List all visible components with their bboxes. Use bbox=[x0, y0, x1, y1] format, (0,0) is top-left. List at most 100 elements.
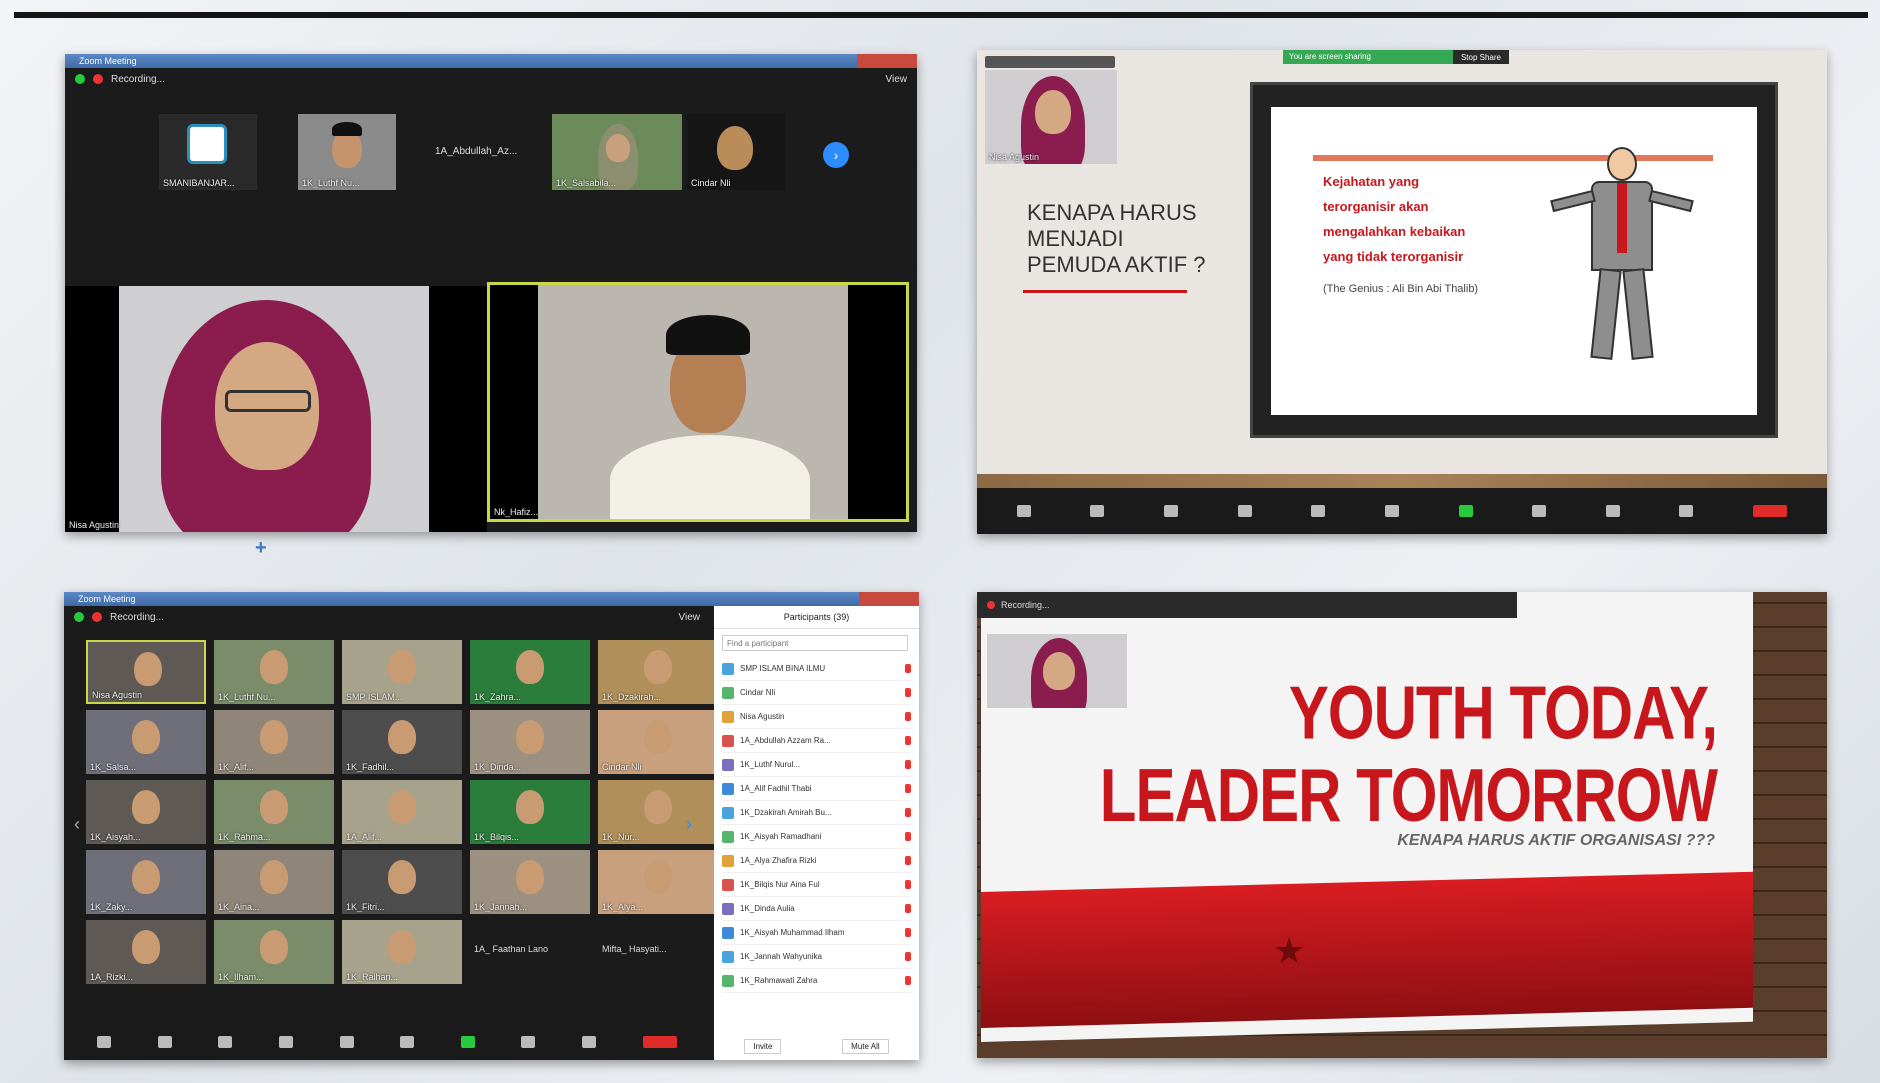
mute-icon[interactable] bbox=[97, 1036, 112, 1048]
gallery-tile[interactable]: 1K_Dzakirah... bbox=[598, 640, 718, 704]
participant-row[interactable]: 1K_Jannah Wahyunika bbox=[722, 945, 911, 969]
participant-row[interactable]: 1K_Aisyah Ramadhani bbox=[722, 825, 911, 849]
end-meeting-button[interactable] bbox=[642, 1036, 677, 1048]
polls-icon[interactable] bbox=[1311, 505, 1326, 517]
self-video-thumbnail[interactable]: Nisa Agustin bbox=[985, 70, 1117, 164]
video-icon[interactable] bbox=[157, 1036, 172, 1048]
gallery-tile[interactable]: 1A_Alif... bbox=[342, 780, 462, 844]
gallery-tile[interactable]: 1K_Salsa... bbox=[86, 710, 206, 774]
security-icon[interactable] bbox=[218, 1036, 233, 1048]
end-meeting-button[interactable] bbox=[1753, 505, 1788, 517]
video-icon[interactable] bbox=[1090, 505, 1105, 517]
mic-muted-icon[interactable] bbox=[905, 904, 911, 913]
participant-row[interactable]: 1K_Dinda Aulia bbox=[722, 897, 911, 921]
share-screen-icon[interactable] bbox=[1458, 505, 1473, 517]
gallery-tile[interactable]: 1K_Luthf Nu... bbox=[214, 640, 334, 704]
mic-muted-icon[interactable] bbox=[905, 832, 911, 841]
recording-bar: Recording... bbox=[977, 592, 1517, 618]
participant-row[interactable]: SMP ISLAM BINA ILMU bbox=[722, 657, 911, 681]
gallery-tile[interactable]: 1K_Fadhil... bbox=[342, 710, 462, 774]
more-icon[interactable] bbox=[1679, 505, 1694, 517]
gallery-tile[interactable]: 1K_Fitri... bbox=[342, 850, 462, 914]
mic-muted-icon[interactable] bbox=[905, 736, 911, 745]
gallery-tile[interactable]: 1K_Ilham... bbox=[214, 920, 334, 984]
mic-muted-icon[interactable] bbox=[905, 784, 911, 793]
participants-icon[interactable] bbox=[1237, 505, 1252, 517]
window-controls[interactable] bbox=[859, 592, 919, 606]
prev-page-icon[interactable]: ‹ bbox=[74, 814, 80, 835]
participant-row[interactable]: 1K_Aisyah Muhammad Ilham bbox=[722, 921, 911, 945]
participant-row[interactable]: 1K_Rahmawati Zahra bbox=[722, 969, 911, 993]
gallery-tile[interactable]: SMP ISLAM... bbox=[342, 640, 462, 704]
gallery-tile[interactable]: Nisa Agustin bbox=[86, 640, 206, 704]
mic-muted-icon[interactable] bbox=[905, 712, 911, 721]
mic-muted-icon[interactable] bbox=[905, 976, 911, 985]
view-button[interactable]: View bbox=[679, 612, 701, 623]
chat-icon[interactable] bbox=[400, 1036, 415, 1048]
gallery-tile[interactable]: 1K_Aisyah... bbox=[86, 780, 206, 844]
participant-search-input[interactable] bbox=[722, 635, 908, 651]
security-icon[interactable] bbox=[1164, 505, 1179, 517]
gallery-tile[interactable]: 1K_Dinda... bbox=[470, 710, 590, 774]
next-page-icon[interactable]: › bbox=[823, 142, 849, 168]
participant-tile-5[interactable]: Cindar Nli bbox=[687, 114, 785, 190]
participant-tile-4[interactable]: 1K_Salsabila... bbox=[552, 114, 682, 190]
participant-row[interactable]: 1A_Abdullah Azzam Ra... bbox=[722, 729, 911, 753]
participant-tile-2[interactable]: 1K_Luthf Nu... bbox=[298, 114, 396, 190]
mic-muted-icon[interactable] bbox=[905, 880, 911, 889]
participant-row[interactable]: 1K_Bilqis Nur Aina Ful bbox=[722, 873, 911, 897]
stop-share-button[interactable]: Stop Share bbox=[1453, 53, 1509, 62]
participant-tile-3[interactable]: 1A_Abdullah_Az... bbox=[431, 114, 529, 190]
mic-muted-icon[interactable] bbox=[905, 688, 911, 697]
gallery-tile[interactable]: 1K_Alya... bbox=[598, 850, 718, 914]
participant-row[interactable]: Nisa Agustin bbox=[722, 705, 911, 729]
view-button[interactable]: View bbox=[886, 74, 908, 85]
reactions-icon[interactable] bbox=[1605, 505, 1620, 517]
invite-button[interactable]: Invite bbox=[744, 1039, 782, 1054]
mic-muted-icon[interactable] bbox=[905, 928, 911, 937]
participant-row[interactable]: 1K_Dzakirah Amirah Bu... bbox=[722, 801, 911, 825]
participant-row[interactable]: 1A_Alya Zhafira Rizki bbox=[722, 849, 911, 873]
mic-muted-icon[interactable] bbox=[905, 760, 911, 769]
mute-icon[interactable] bbox=[1016, 505, 1031, 517]
gallery-tile[interactable]: 1K_Aina... bbox=[214, 850, 334, 914]
gallery-tile[interactable]: 1K_Alif... bbox=[214, 710, 334, 774]
gallery-tile[interactable]: 1K_Rahma... bbox=[214, 780, 334, 844]
more-icon[interactable] bbox=[582, 1036, 597, 1048]
mic-muted-icon[interactable] bbox=[905, 808, 911, 817]
speaker-tile-1[interactable]: Nisa Agustin bbox=[65, 286, 487, 532]
window-controls[interactable] bbox=[985, 56, 1115, 68]
mic-muted-icon[interactable] bbox=[905, 856, 911, 865]
participant-row-name: 1K_Aisyah Muhammad Ilham bbox=[740, 928, 845, 937]
participants-icon[interactable] bbox=[279, 1036, 294, 1048]
gallery-tile[interactable]: 1K_Zaky... bbox=[86, 850, 206, 914]
mic-muted-icon[interactable] bbox=[905, 952, 911, 961]
share-screen-icon[interactable] bbox=[460, 1036, 475, 1048]
security-shield-icon bbox=[75, 74, 85, 84]
polls-icon[interactable] bbox=[339, 1036, 354, 1048]
gallery-tile-name-only[interactable]: Mifta_ Hasyati... bbox=[598, 920, 718, 984]
gallery-tile[interactable]: 1K_Zahra... bbox=[470, 640, 590, 704]
participant-tile-1[interactable]: SMANIBANJAR... bbox=[159, 114, 257, 190]
gallery-tile[interactable]: Cindar Nli bbox=[598, 710, 718, 774]
mute-all-button[interactable]: Mute All bbox=[842, 1039, 889, 1054]
participant-row[interactable]: 1K_Luthf Nurul... bbox=[722, 753, 911, 777]
record-button-icon[interactable] bbox=[521, 1036, 536, 1048]
gallery-tile[interactable]: 1K_Jannah... bbox=[470, 850, 590, 914]
gallery-tile[interactable]: 1A_Rizki... bbox=[86, 920, 206, 984]
gallery-tile[interactable]: 1K_Nur... bbox=[598, 780, 718, 844]
gallery-tile-name-only[interactable]: 1A_ Faathan Lano bbox=[470, 920, 590, 984]
participant-row[interactable]: Cindar Nli bbox=[722, 681, 911, 705]
participant-name: 1K_Zaky... bbox=[90, 902, 133, 912]
speaker-tile-2-active[interactable]: Nk_Hafiz... bbox=[487, 282, 909, 522]
breakout-rooms-icon[interactable] bbox=[1532, 505, 1547, 517]
slide-image-frame: Kejahatan yang terorganisir akan mengala… bbox=[1250, 82, 1778, 438]
next-page-icon[interactable]: › bbox=[686, 814, 692, 835]
mic-muted-icon[interactable] bbox=[905, 664, 911, 673]
participant-name: 1K_Dzakirah... bbox=[602, 692, 662, 702]
gallery-tile[interactable]: 1K_Bilqis... bbox=[470, 780, 590, 844]
participant-row[interactable]: 1A_Alif Fadhil Thabi bbox=[722, 777, 911, 801]
chat-icon[interactable] bbox=[1384, 505, 1399, 517]
window-controls[interactable] bbox=[857, 54, 917, 68]
gallery-tile[interactable]: 1K_Raihan... bbox=[342, 920, 462, 984]
